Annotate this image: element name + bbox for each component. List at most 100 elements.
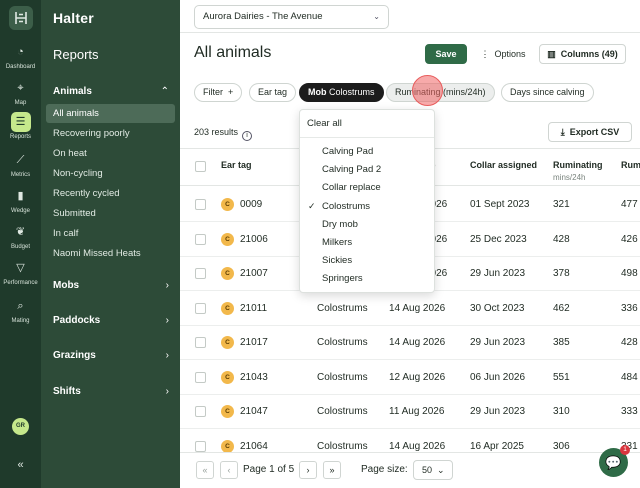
sidebar-item-recently-cycled[interactable]: Recently cycled	[46, 184, 175, 203]
row-checkbox[interactable]	[195, 440, 206, 452]
halter-logo-icon[interactable]	[9, 6, 33, 30]
page-title: All animals	[194, 44, 272, 61]
rail-item-performance[interactable]: ▽ Performance	[0, 258, 41, 286]
column-ruminating[interactable]: Ruminating mins/24h	[553, 160, 603, 182]
filter-chip[interactable]: Filter +	[194, 83, 243, 102]
rail-item-wedge[interactable]: ▮ Wedge	[0, 186, 41, 214]
sidebar-group-paddocks[interactable]: Paddocks ›	[53, 315, 173, 326]
sidebar-group-animals[interactable]: Animals ⌃	[53, 86, 173, 97]
cell-ear-tag: 21006	[240, 233, 268, 245]
cell-ruminating: 428	[553, 233, 570, 245]
table-row[interactable]: C 21017 Colostrums 14 Aug 2026 29 Jun 2023 38…	[180, 326, 640, 360]
cell-mob: Colostrums	[317, 337, 368, 348]
mob-option-calving-pad-2[interactable]: Calving Pad 2	[322, 164, 381, 175]
mob-tag-badge: C	[221, 336, 234, 349]
ear-tag-chip[interactable]: Ear tag	[249, 83, 297, 102]
mob-option-springers[interactable]: Springers	[322, 273, 363, 284]
sidebar-group-shifts[interactable]: Shifts ›	[53, 386, 173, 397]
sidebar-group-grazings[interactable]: Grazings ›	[53, 350, 173, 361]
rail-item-map[interactable]: ⌖ Map	[0, 78, 41, 106]
page-indicator: Page 1 of 5	[243, 464, 295, 475]
table-row[interactable]: C 21043 Colostrums 12 Aug 2026 06 Jun 2026 55…	[180, 361, 640, 395]
mob-tag-badge: C	[221, 198, 234, 211]
options-button[interactable]: ⋮ Options	[473, 44, 533, 64]
column-next[interactable]: Rum	[621, 160, 640, 170]
user-avatar[interactable]: GR	[12, 418, 29, 435]
cell-ear-tag: 21043	[240, 371, 268, 383]
cell-date: 11 Aug 2026	[389, 406, 445, 417]
row-checkbox[interactable]	[195, 371, 206, 383]
mob-option-calving-pad[interactable]: Calving Pad	[322, 146, 373, 157]
mob-option-dry-mob[interactable]: Dry mob	[322, 219, 358, 230]
prev-page-button[interactable]: ‹	[220, 461, 238, 479]
row-checkbox[interactable]	[195, 406, 206, 417]
bar-chart-icon: ▮	[17, 190, 24, 202]
rail-item-metrics[interactable]: ⟋ Metrics	[0, 150, 41, 178]
mob-option-collar-replace[interactable]: Collar replace	[322, 182, 381, 193]
rail-item-budget[interactable]: ❦ Budget	[0, 222, 41, 250]
cell-next: 477	[621, 199, 638, 210]
table-row[interactable]: C 21047 Colostrums 11 Aug 2026 29 Jun 2023 31…	[180, 395, 640, 429]
row-checkbox[interactable]	[195, 337, 206, 348]
check-icon: ✓	[308, 200, 316, 211]
sidebar-group-mobs[interactable]: Mobs ›	[53, 280, 173, 291]
table-row[interactable]: C 21011 Colostrums 14 Aug 2026 30 Oct 2023 46…	[180, 292, 640, 326]
row-checkbox[interactable]	[195, 302, 206, 314]
options-label: Options	[494, 49, 526, 59]
rail-item-label: Mating	[11, 318, 30, 324]
row-checkbox[interactable]	[195, 199, 206, 210]
rail-item-label: Performance	[3, 280, 38, 286]
sidebar-item-non-cycling[interactable]: Non-cycling	[46, 164, 175, 183]
mob-option-colostrums[interactable]: Colostrums	[322, 201, 370, 212]
column-ear-tag[interactable]: Ear tag	[221, 160, 252, 170]
mob-filter-dropdown: Clear all Calving Pad Calving Pad 2 Collar…	[299, 109, 435, 293]
save-button[interactable]: Save	[425, 44, 467, 64]
chat-button[interactable]: 💬 1	[599, 445, 630, 477]
rail-item-label: Metrics	[10, 172, 31, 178]
page-size-select[interactable]: 50 ⌄	[413, 460, 453, 480]
cell-ruminating: 321	[553, 199, 570, 210]
row-checkbox[interactable]	[195, 268, 206, 279]
organisation-select[interactable]: Aurora Dairies - The Avenue ⌄	[194, 5, 389, 29]
export-csv-button[interactable]: ⤓ Export CSV	[548, 122, 632, 142]
sidebar-item-recovering-poorly[interactable]: Recovering poorly	[46, 124, 175, 143]
collapse-sidebar-icon[interactable]: «	[0, 459, 41, 471]
sidebar-item-in-calf[interactable]: In calf	[46, 224, 175, 243]
next-page-button[interactable]: ›	[299, 461, 317, 479]
mob-filter-chip[interactable]: Mob Colostrums	[299, 83, 384, 102]
mob-option-sickies[interactable]: Sickies	[322, 255, 352, 266]
columns-button[interactable]: ▥ Columns (49)	[539, 44, 626, 64]
sidebar-item-naomi-missed-heats[interactable]: Naomi Missed Heats	[46, 244, 175, 263]
row-checkbox[interactable]	[195, 233, 206, 245]
sidebar-group-label: Animals	[53, 86, 92, 97]
list-icon: ☰	[10, 112, 31, 132]
first-page-button[interactable]: «	[196, 461, 214, 479]
click-highlight	[412, 75, 443, 106]
rail-item-reports[interactable]: ☰ Reports	[0, 112, 41, 140]
cell-ruminating: 462	[553, 302, 570, 314]
brand-name: Halter	[53, 10, 94, 26]
rail-item-mating[interactable]: ⌕ Mating	[0, 296, 41, 324]
cell-next: 333	[621, 406, 638, 417]
column-ruminating-unit: mins/24h	[553, 173, 586, 182]
info-icon[interactable]: i	[242, 131, 253, 141]
sidebar-item-on-heat[interactable]: On heat	[46, 144, 175, 163]
clear-all-button[interactable]: Clear all	[307, 118, 342, 129]
select-all-checkbox[interactable]	[195, 161, 206, 172]
mob-tag-badge: C	[221, 439, 234, 453]
page-size-value: 50	[422, 465, 433, 475]
cell-next: 498	[621, 268, 638, 279]
days-since-calving-chip[interactable]: Days since calving	[501, 83, 594, 102]
cell-collar-assigned: 29 Jun 2023	[470, 268, 526, 279]
rail-item-dashboard[interactable]: ◔ Dashboard	[0, 42, 41, 70]
column-collar-assigned[interactable]: Collar assigned	[470, 160, 537, 170]
last-page-button[interactable]: »	[323, 461, 341, 479]
sidebar-item-all-animals[interactable]: All animals	[46, 104, 175, 123]
mob-option-milkers[interactable]: Milkers	[322, 237, 352, 248]
mob-tag-badge: C	[221, 232, 234, 246]
sidebar-item-submitted[interactable]: Submitted	[46, 204, 175, 223]
cell-ear-tag: 21017	[240, 337, 268, 348]
cell-collar-assigned: 29 Jun 2023	[470, 406, 526, 417]
columns-icon: ▥	[547, 49, 556, 59]
chat-icon: 💬	[605, 455, 622, 470]
